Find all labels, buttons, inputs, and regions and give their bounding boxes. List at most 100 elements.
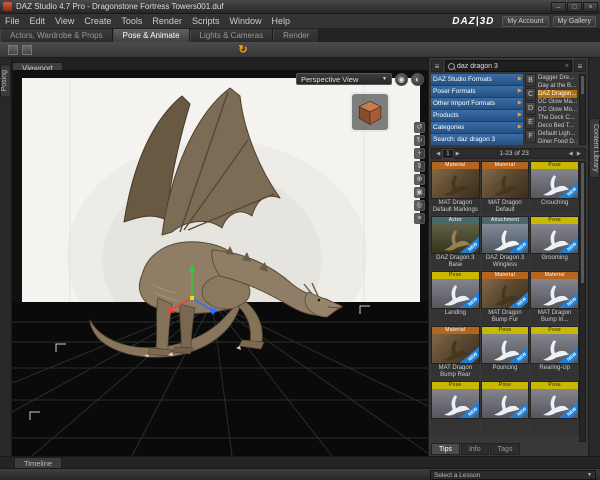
minimize-button[interactable]: – (551, 1, 566, 12)
content-thumbnail[interactable]: Pose NEW Crouching (530, 161, 579, 215)
content-thumbnail[interactable]: Actor NEW DAZ Dragon 3 Base (431, 216, 480, 270)
content-thumbnail[interactable]: Material NEW MAT Dragon Bump Iri... (530, 271, 579, 325)
pan-tool-icon[interactable]: + (414, 148, 425, 159)
product-item[interactable]: Deco Bed T... (538, 122, 577, 130)
menu-render[interactable]: Render (147, 16, 187, 26)
panel-options-icon[interactable]: ≡ (574, 60, 586, 72)
letter-e[interactable]: E (525, 116, 536, 129)
product-item[interactable]: DC Glow Ma... (538, 98, 577, 106)
close-button[interactable]: × (583, 1, 598, 12)
letter-b[interactable]: B (525, 74, 536, 87)
status-bar: Select a Lesson ▼ (0, 468, 600, 480)
category-search-results[interactable]: Search: daz dragon 3 (431, 134, 523, 145)
letter-c[interactable]: C (525, 88, 536, 101)
content-type-banner: Attachment (481, 217, 529, 224)
filter-menu-icon[interactable]: ≡ (431, 60, 443, 72)
product-item-selected[interactable]: DAZ Dragon... (538, 90, 577, 98)
content-type-banner: Material (432, 162, 479, 169)
my-account-button[interactable]: My Account (502, 15, 549, 27)
smart-content-footer-tabs: Tips Info Tags (431, 443, 521, 455)
letter-f[interactable]: F (525, 130, 536, 143)
camera-selector[interactable]: Perspective View ▼ (296, 73, 392, 85)
viewport-options-icon[interactable]: ≡ (414, 213, 425, 224)
result-range: 1-23 of 23 (499, 150, 529, 157)
thumbnail-label: MAT Dragon Default Markings (431, 199, 480, 215)
product-item[interactable]: DC Glow Mo... (538, 106, 577, 114)
view-cube[interactable] (350, 92, 390, 132)
product-item[interactable]: The Deck C... (538, 114, 577, 122)
eye-icon[interactable]: ◉ (395, 73, 408, 86)
sidebar-tab-posing[interactable]: Posing (0, 64, 11, 98)
orbit-tool-icon[interactable]: ↺ (414, 122, 425, 133)
content-thumbnail[interactable]: Pose NEW Rearing-Up (530, 326, 579, 380)
thumbnail-label: DAZ Dragon 3 Base (431, 254, 480, 270)
tab-lights-cameras[interactable]: Lights & Cameras (189, 29, 274, 42)
content-thumbnail[interactable]: Pose NEW Landing (431, 271, 480, 325)
tab-render[interactable]: Render (273, 29, 320, 42)
my-gallery-button[interactable]: My Gallery (552, 15, 596, 27)
prev-page-icon[interactable]: ◀ (434, 151, 442, 157)
search-box[interactable]: × (445, 60, 572, 72)
content-thumbnail[interactable]: Material NEW MAT Dragon Bump Rear (431, 326, 480, 380)
content-thumbnail[interactable]: Material MAT Dragon Default (480, 161, 530, 215)
content-thumbnail[interactable]: Attachment NEW DAZ Dragon 3 Wingless (480, 216, 530, 270)
dolly-tool-icon[interactable]: ⇕ (414, 161, 425, 172)
node-tool-icon[interactable] (22, 45, 32, 55)
app-icon (3, 2, 12, 11)
menu-help[interactable]: Help (266, 16, 295, 26)
maximize-button[interactable]: □ (567, 1, 582, 12)
menu-create[interactable]: Create (79, 16, 116, 26)
content-thumbnail[interactable]: Material NEW MAT Dragon Bump Fur (480, 271, 530, 325)
expand-arrow-icon: ▶ (517, 124, 522, 130)
content-thumbnail[interactable]: Pose NEW (530, 381, 579, 435)
grid-scrollbar[interactable] (579, 161, 586, 442)
next-page-icon[interactable]: ▶ (454, 151, 462, 157)
menu-file[interactable]: File (0, 16, 25, 26)
menu-view[interactable]: View (50, 16, 79, 26)
viewport-3d-scene[interactable]: Perspective View ▼ ◉ ◐ ↺ ↻ + ⇕ ⊕ ▣ ◎ ≡ (12, 70, 428, 456)
content-thumbnail[interactable]: Pose NEW Grooming (530, 216, 579, 270)
drawstyle-sphere-icon[interactable]: ◐ (411, 73, 424, 86)
search-input[interactable] (457, 62, 565, 70)
clear-search-icon[interactable]: × (565, 63, 569, 70)
menu-scripts[interactable]: Scripts (187, 16, 225, 26)
aim-tool-icon[interactable]: ◎ (414, 200, 425, 211)
menu-edit[interactable]: Edit (25, 16, 51, 26)
left-dock-strip: Posing (0, 58, 12, 456)
active-pose-tool-icon[interactable]: ↻ (236, 43, 250, 57)
tab-tags[interactable]: Tags (489, 443, 521, 455)
frame-tool-icon[interactable]: ▣ (414, 187, 425, 198)
category-poser-formats[interactable]: Poser Formats ▶ (431, 86, 523, 97)
content-type-banner: Material (481, 162, 529, 169)
scene-tool-icon[interactable] (8, 45, 18, 55)
product-item[interactable]: Dagger Dre... (538, 74, 577, 82)
content-thumbnail[interactable]: Pose NEW (431, 381, 480, 435)
content-thumbnail[interactable]: Pose NEW (480, 381, 530, 435)
content-thumbnail[interactable]: Pose NEW Pouncing (480, 326, 530, 380)
title-bar: DAZ Studio 4.7 Pro - Dragonstone Fortres… (0, 0, 600, 14)
product-item[interactable]: Day at the B... (538, 82, 577, 90)
prev-set-icon[interactable]: ◀ (567, 151, 575, 157)
tab-info[interactable]: Info (460, 443, 489, 455)
category-daz-studio-formats[interactable]: DAZ Studio Formats ▶ (431, 74, 523, 85)
product-item[interactable]: Default Ligh... (538, 130, 577, 138)
letter-d[interactable]: D (525, 102, 536, 115)
category-other-import-formats[interactable]: Other Import Formats ▶ (431, 98, 523, 109)
next-set-icon[interactable]: ▶ (575, 151, 583, 157)
view-cube-render (358, 100, 382, 126)
menu-tools[interactable]: Tools (116, 16, 147, 26)
category-categories[interactable]: Categories ▶ (431, 122, 523, 133)
content-type-banner: Pose (531, 162, 578, 169)
menu-window[interactable]: Window (224, 16, 266, 26)
content-thumbnail[interactable]: Material MAT Dragon Default Markings (431, 161, 480, 215)
category-products[interactable]: Products ▶ (431, 110, 523, 121)
sidebar-tab-content-library[interactable]: Content Library (589, 118, 600, 178)
tab-actors-wardrobe-props[interactable]: Actors, Wardrobe & Props (0, 29, 113, 42)
product-list-scrollbar[interactable] (579, 74, 586, 145)
rotate-tool-icon[interactable]: ↻ (414, 135, 425, 146)
tab-pose-animate[interactable]: Pose & Animate (112, 29, 190, 42)
lesson-select[interactable]: Select a Lesson ▼ (430, 470, 596, 480)
product-item[interactable]: Diner Food D... (538, 138, 577, 146)
zoom-tool-icon[interactable]: ⊕ (414, 174, 425, 185)
tab-tips[interactable]: Tips (431, 443, 460, 455)
